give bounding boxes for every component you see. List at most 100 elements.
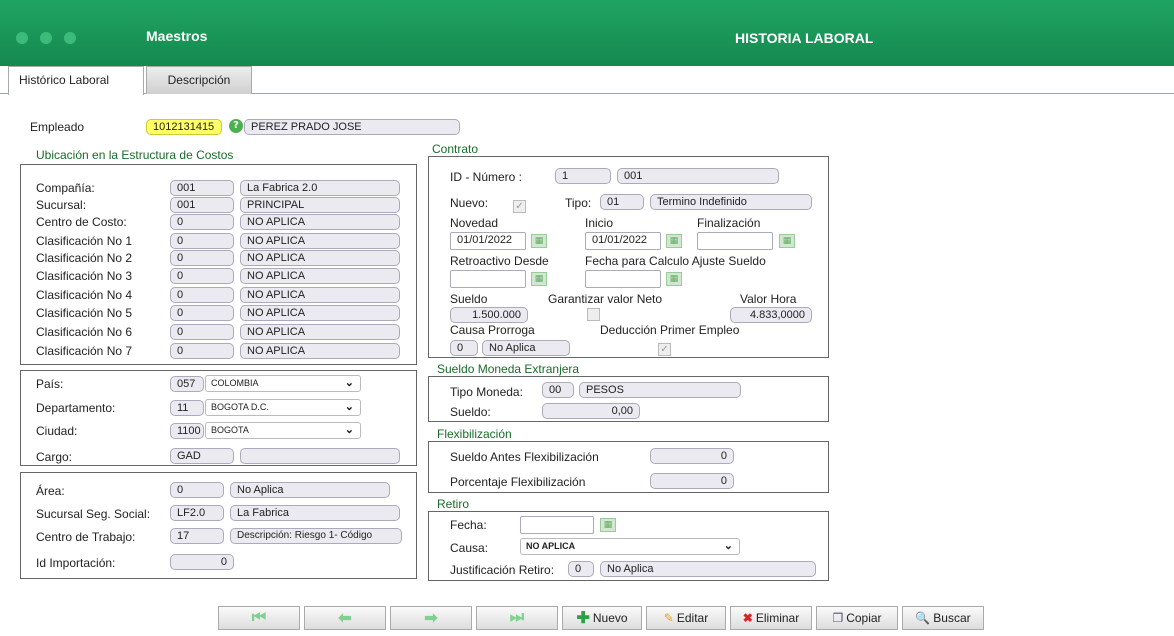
nuevo-label: Nuevo:	[450, 196, 489, 210]
costos-row-desc-field: La Fabrica 2.0	[240, 180, 400, 196]
causa-prorroga-code-field[interactable]: 0	[450, 340, 478, 356]
pais-select[interactable]: COLOMBIA ⌄	[205, 375, 361, 392]
empleado-label: Empleado	[30, 120, 85, 134]
causa-prorroga-label: Causa Prorroga	[450, 323, 535, 337]
valor-hora-field[interactable]: 4.833,0000	[730, 307, 812, 323]
costos-row-desc-field: NO APLICA	[240, 214, 400, 230]
empleado-id-field[interactable]: 1012131415	[146, 119, 222, 135]
copiar-button[interactable]: ❐ Copiar	[816, 606, 898, 630]
plus-icon: ✚	[576, 610, 590, 627]
justificacion-code-field[interactable]: 0	[568, 561, 594, 577]
cargo-code-field[interactable]: GAD	[170, 448, 234, 464]
deduccion-checkbox[interactable]: ✓	[658, 343, 671, 356]
costos-row-code-field[interactable]: 0	[170, 214, 234, 230]
window-dot-icon	[64, 32, 76, 44]
next-record-button[interactable]: ➡	[390, 606, 472, 630]
porcentaje-label: Porcentaje Flexibilización	[450, 475, 586, 489]
last-icon: ⏭	[509, 609, 525, 626]
costos-row-code-field[interactable]: 0	[170, 287, 234, 303]
retroactivo-date-field[interactable]	[450, 270, 526, 288]
chevron-down-icon: ⌄	[344, 424, 354, 436]
calendar-icon[interactable]: ▦	[779, 234, 795, 248]
moneda-sueldo-field[interactable]: 0,00	[542, 403, 640, 419]
costos-row-code-field[interactable]: 0	[170, 250, 234, 266]
costos-row-label: Clasificación No 6	[36, 325, 133, 339]
inicio-date-field[interactable]: 01/01/2022	[585, 232, 661, 250]
costos-row-code-field[interactable]: 0	[170, 343, 234, 359]
nuevo-checkbox[interactable]: ✓	[513, 200, 526, 213]
delete-icon: ✖	[742, 611, 753, 625]
retiro-causa-label: Causa:	[450, 541, 489, 555]
costos-row-code-field[interactable]: 0	[170, 268, 234, 284]
sucursal-ss-label: Sucursal Seg. Social:	[36, 507, 151, 521]
retroactivo-label: Retroactivo Desde	[450, 254, 549, 268]
ciudad-select[interactable]: BOGOTA ⌄	[205, 422, 361, 439]
calendar-icon[interactable]: ▦	[666, 272, 682, 286]
sucursal-ss-desc-field: La Fabrica	[230, 505, 400, 521]
sucursal-ss-code-field[interactable]: LF2.0	[170, 505, 224, 521]
costos-row-desc-field: NO APLICA	[240, 250, 400, 266]
costos-row-code-field[interactable]: 0	[170, 233, 234, 249]
sueldo-antes-field[interactable]: 0	[650, 448, 734, 464]
finalizacion-date-field[interactable]	[697, 232, 773, 250]
editar-button[interactable]: ✎ Editar	[646, 606, 726, 630]
sueldo-label: Sueldo	[450, 292, 488, 306]
pais-code-field[interactable]: 057	[170, 376, 204, 392]
fecha-calculo-label: Fecha para Calculo Ajuste Sueldo	[585, 254, 766, 268]
previous-record-button[interactable]: ⬅	[304, 606, 386, 630]
tab-historico-laboral[interactable]: Histórico Laboral	[8, 66, 144, 95]
retiro-title: Retiro	[437, 497, 470, 511]
area-label: Área:	[36, 484, 65, 498]
id-importacion-label: Id Importación:	[36, 556, 116, 570]
justificacion-desc-field: No Aplica	[600, 561, 816, 577]
garantizar-checkbox[interactable]	[587, 308, 600, 321]
tipo-moneda-code-field[interactable]: 00	[542, 382, 574, 398]
contrato-numero-field[interactable]: 001	[617, 168, 779, 184]
retiro-fecha-field[interactable]	[520, 516, 594, 534]
departamento-label: Departamento:	[36, 401, 116, 415]
sueldo-field[interactable]: 1.500.000	[450, 307, 528, 323]
fecha-calculo-date-field[interactable]	[585, 270, 661, 288]
moneda-title: Sueldo Moneda Extranjera	[437, 362, 580, 376]
id-importacion-field[interactable]: 0	[170, 554, 234, 570]
area-code-field[interactable]: 0	[170, 482, 224, 498]
tipo-desc-field: Termino Indefinido	[650, 194, 812, 210]
costos-row-label: Centro de Costo:	[36, 215, 127, 229]
chevron-down-icon: ⌄	[344, 401, 354, 413]
pais-label: País:	[36, 377, 64, 391]
calendar-icon[interactable]: ▦	[531, 234, 547, 248]
arrow-left-icon: ⬅	[338, 610, 352, 627]
tipo-moneda-label: Tipo Moneda:	[450, 385, 523, 399]
ciudad-code-field[interactable]: 1100	[170, 423, 204, 439]
screen-title: HISTORIA LABORAL	[735, 30, 874, 46]
arrow-right-icon: ➡	[424, 610, 438, 627]
calendar-icon[interactable]: ▦	[531, 272, 547, 286]
inicio-label: Inicio	[585, 216, 614, 230]
calendar-icon[interactable]: ▦	[600, 518, 616, 532]
costos-row-code-field[interactable]: 0	[170, 305, 234, 321]
nuevo-button[interactable]: ✚ Nuevo	[562, 606, 642, 630]
centro-trabajo-code-field[interactable]: 17	[170, 528, 224, 544]
calendar-icon[interactable]: ▦	[666, 234, 682, 248]
tab-descripcion[interactable]: Descripción	[146, 66, 252, 94]
help-icon[interactable]: ?	[229, 119, 243, 133]
costos-row-code-field[interactable]: 001	[170, 180, 234, 196]
garantizar-label: Garantizar valor Neto	[548, 292, 663, 306]
contrato-id-field[interactable]: 1	[555, 168, 611, 184]
first-record-button[interactable]: ⏮	[218, 606, 300, 630]
novedad-date-field[interactable]: 01/01/2022	[450, 232, 526, 250]
contrato-title: Contrato	[432, 142, 479, 156]
last-record-button[interactable]: ⏭	[476, 606, 558, 630]
costos-row-code-field[interactable]: 001	[170, 197, 234, 213]
departamento-select[interactable]: BOGOTA D.C. ⌄	[205, 399, 361, 416]
porcentaje-field[interactable]: 0	[650, 473, 734, 489]
costos-row-label: Clasificación No 5	[36, 306, 133, 320]
costos-row-label: Clasificación No 7	[36, 344, 133, 358]
departamento-code-field[interactable]: 11	[170, 400, 204, 416]
ciudad-label: Ciudad:	[36, 424, 78, 438]
tipo-code-field[interactable]: 01	[600, 194, 644, 210]
buscar-button[interactable]: 🔍 Buscar	[902, 606, 984, 630]
costos-row-code-field[interactable]: 0	[170, 324, 234, 340]
eliminar-button[interactable]: ✖ Eliminar	[730, 606, 812, 630]
retiro-causa-select[interactable]: NO APLICA ⌄	[520, 538, 740, 555]
